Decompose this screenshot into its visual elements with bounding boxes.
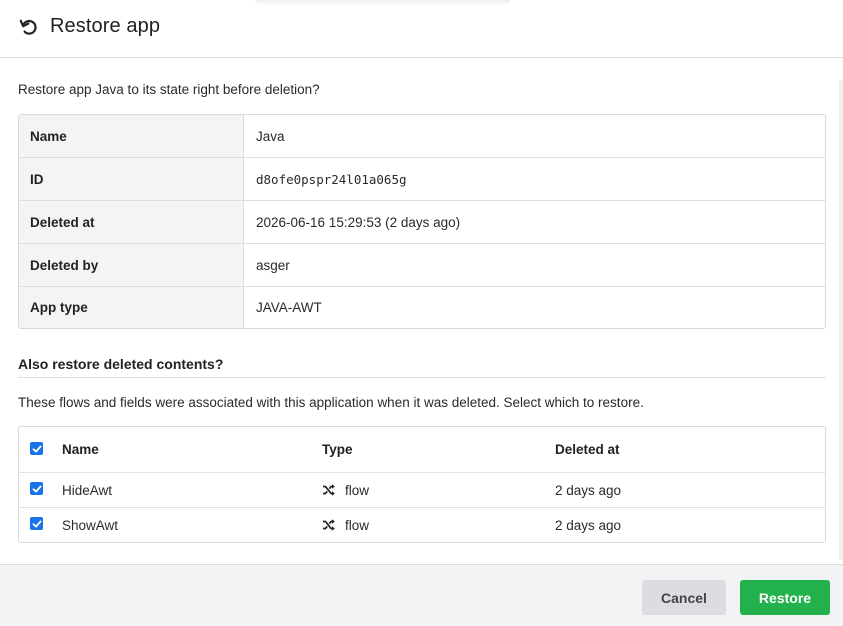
details-key: Name bbox=[19, 115, 244, 157]
details-row-deleted-at: Deleted at 2026-06-16 15:29:53 (2 days a… bbox=[19, 201, 825, 244]
row-checkbox[interactable] bbox=[30, 482, 43, 495]
checkmark-icon bbox=[32, 520, 41, 527]
contents-description: These flows and fields were associated w… bbox=[18, 395, 644, 410]
checkmark-icon bbox=[32, 445, 41, 452]
row-deleted-at: 2 days ago bbox=[555, 517, 622, 533]
contents-table: Name Type Deleted at HideAwt flow 2 days… bbox=[18, 426, 826, 543]
details-key: Deleted by bbox=[19, 244, 244, 286]
row-type: flow bbox=[322, 473, 369, 507]
scrollbar-track[interactable] bbox=[839, 80, 843, 560]
cancel-button[interactable]: Cancel bbox=[642, 580, 726, 615]
details-row-name: Name Java bbox=[19, 115, 825, 158]
details-row-id: ID d8ofe0pspr24l01a065g bbox=[19, 158, 825, 201]
checkmark-icon bbox=[32, 485, 41, 492]
row-name: HideAwt bbox=[62, 482, 113, 498]
restore-button[interactable]: Restore bbox=[740, 580, 830, 615]
details-value: 2026-06-16 15:29:53 (2 days ago) bbox=[256, 214, 461, 230]
row-deleted-at: 2 days ago bbox=[555, 482, 622, 498]
row-type-label: flow bbox=[345, 482, 370, 498]
shuffle-icon bbox=[323, 519, 335, 531]
row-name: ShowAwt bbox=[62, 517, 119, 533]
select-all-checkbox[interactable] bbox=[30, 442, 43, 455]
table-row: ShowAwt flow 2 days ago bbox=[19, 508, 825, 542]
dialog-title: Restore app bbox=[50, 15, 161, 37]
table-row: HideAwt flow 2 days ago bbox=[19, 473, 825, 508]
row-checkbox[interactable] bbox=[30, 517, 43, 530]
dialog-header: Restore app bbox=[0, 0, 843, 58]
row-type-label: flow bbox=[345, 517, 370, 533]
row-type: flow bbox=[322, 508, 369, 542]
details-value: JAVA-AWT bbox=[256, 300, 322, 315]
divider bbox=[18, 377, 826, 378]
details-value: asger bbox=[256, 257, 290, 273]
shuffle-icon bbox=[323, 484, 335, 496]
dialog-footer: Cancel Restore bbox=[0, 564, 843, 626]
details-table: Name Java ID d8ofe0pspr24l01a065g Delete… bbox=[18, 114, 826, 329]
restore-icon bbox=[19, 19, 37, 35]
column-header-deleted-at[interactable]: Deleted at bbox=[555, 427, 620, 472]
details-value: Java bbox=[256, 128, 285, 144]
contents-title: Also restore deleted contents? bbox=[18, 356, 224, 372]
details-row-app-type: App type JAVA-AWT bbox=[19, 287, 825, 328]
details-value: d8ofe0pspr24l01a065g bbox=[256, 171, 407, 187]
details-key: App type bbox=[19, 287, 244, 328]
intro-text: Restore app Java to its state right befo… bbox=[18, 82, 320, 97]
contents-header-row: Name Type Deleted at bbox=[19, 427, 825, 473]
column-header-name[interactable]: Name bbox=[62, 427, 99, 472]
details-key: ID bbox=[19, 158, 244, 200]
details-row-deleted-by: Deleted by asger bbox=[19, 244, 825, 287]
column-header-type[interactable]: Type bbox=[322, 427, 353, 472]
details-key: Deleted at bbox=[19, 201, 244, 243]
